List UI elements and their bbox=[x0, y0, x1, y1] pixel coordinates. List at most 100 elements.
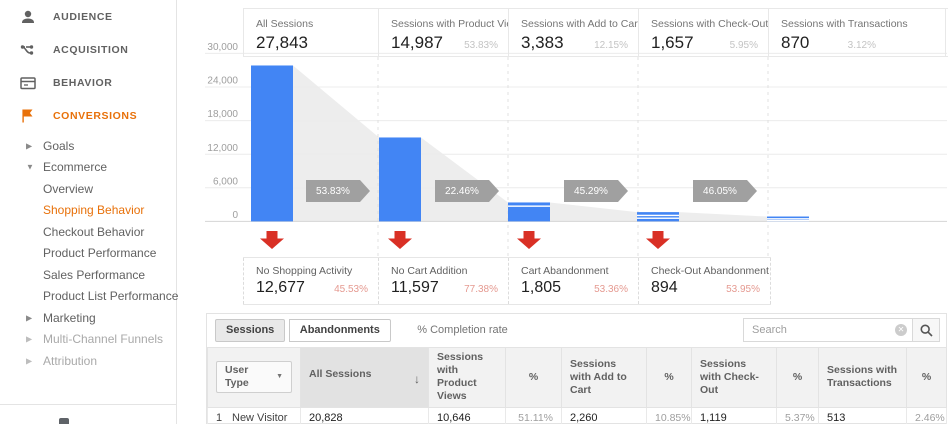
user-type-cell: New Visitor bbox=[232, 412, 288, 424]
sidebar-item-product-performance[interactable]: Product Performance bbox=[0, 243, 176, 265]
stage-label: Sessions with Product Views bbox=[391, 18, 508, 30]
transition-badge: 53.83% bbox=[306, 180, 370, 202]
column-header-pct[interactable]: % bbox=[776, 347, 819, 408]
chevron-right-icon: ▶ bbox=[26, 141, 33, 151]
aband-card-no-cart-addition: No Cart Addition 11,597 77.38% bbox=[378, 258, 508, 304]
bar-add-to-cart[interactable] bbox=[508, 202, 550, 222]
aband-card-check-out-abandonment: Check-Out Abandonment 894 53.95% bbox=[638, 258, 771, 304]
abandonment-cards: No Shopping Activity 12,677 45.53% No Car… bbox=[243, 257, 771, 305]
stage-card-product-views: Sessions with Product Views 14,987 53.83% bbox=[378, 9, 508, 56]
red-down-arrow-icon bbox=[517, 231, 541, 249]
sidebar-item-sales-performance[interactable]: Sales Performance bbox=[0, 264, 176, 286]
stage-card-transactions: Sessions with Transactions 870 3.12% bbox=[768, 9, 946, 56]
sidebar-item-label: CONVERSIONS bbox=[53, 109, 138, 122]
bar-split-line bbox=[508, 205, 550, 207]
sidebar-nav: AUDIENCE ACQUISITION BEHAVIOR CONVERSION… bbox=[0, 0, 178, 424]
aband-value: 894 bbox=[651, 279, 678, 296]
bar-split-line bbox=[767, 219, 809, 222]
column-header-pct[interactable]: % bbox=[505, 347, 562, 408]
column-header-transactions[interactable]: Sessions with Transactions bbox=[818, 347, 907, 408]
aband-pct: 53.95% bbox=[726, 284, 760, 295]
aband-label: No Cart Addition bbox=[391, 265, 468, 277]
sidebar-item-checkout-behavior[interactable]: Checkout Behavior bbox=[0, 221, 176, 243]
chevron-down-icon: ▼ bbox=[26, 162, 34, 172]
sessions-toggle-button[interactable]: Sessions bbox=[215, 319, 286, 342]
chevron-down-icon: ▼ bbox=[276, 372, 283, 380]
row-number: 1 bbox=[216, 412, 223, 424]
sidebar-item-marketing[interactable]: ▶ Marketing bbox=[0, 307, 176, 329]
aband-pct: 45.53% bbox=[334, 284, 368, 295]
bar-transactions[interactable] bbox=[767, 216, 809, 222]
sidebar-item-attribution[interactable]: ▶ Attribution bbox=[0, 350, 176, 372]
bar-all-sessions[interactable] bbox=[251, 65, 293, 222]
stage-pct: 53.83% bbox=[464, 40, 498, 51]
stage-pct: 3.12% bbox=[847, 40, 876, 51]
conversions-submenu: ▶ Goals ▼ Ecommerce Overview Shopping Be… bbox=[0, 135, 178, 372]
aband-card-cart-abandonment: Cart Abandonment 1,805 53.36% bbox=[508, 258, 638, 304]
stage-value: 870 bbox=[781, 33, 810, 52]
sidebar-item-conversions[interactable]: CONVERSIONS bbox=[0, 99, 176, 132]
search-control: ✕ bbox=[743, 318, 940, 342]
stage-card-check-out: Sessions with Check-Out 1,657 5.95% bbox=[638, 9, 768, 56]
acquisition-icon bbox=[18, 40, 38, 60]
pct-cell: 10.85% bbox=[646, 406, 692, 424]
pct-cell: 2.46% bbox=[906, 406, 947, 424]
product-views-cell: 10,646 bbox=[428, 406, 506, 424]
transactions-cell: 513 bbox=[818, 406, 907, 424]
search-icon bbox=[919, 323, 933, 337]
sidebar-item-shopping-behavior[interactable]: Shopping Behavior bbox=[0, 200, 176, 222]
chevron-right-icon: ▶ bbox=[26, 313, 33, 323]
aband-value: 1,805 bbox=[521, 279, 562, 296]
pct-cell: 51.11% bbox=[505, 406, 562, 424]
y-axis-ticks: 30,000 24,000 18,000 12,000 6,000 0 bbox=[207, 42, 238, 221]
column-header-product-views[interactable]: Sessions with Product Views bbox=[428, 347, 506, 408]
sidebar-item-behavior[interactable]: BEHAVIOR bbox=[0, 66, 176, 99]
bar-check-out[interactable] bbox=[637, 212, 679, 222]
chevron-right-icon: ▶ bbox=[26, 356, 33, 366]
user-type-dropdown[interactable]: User Type ▼ bbox=[216, 361, 292, 394]
column-header-all-sessions[interactable]: All Sessions ↓ bbox=[300, 347, 429, 408]
sidebar-item-audience[interactable]: AUDIENCE bbox=[0, 0, 176, 33]
sidebar-item-multi-channel-funnels[interactable]: ▶ Multi-Channel Funnels bbox=[0, 329, 176, 351]
stage-pct: 5.95% bbox=[729, 40, 758, 51]
search-button[interactable] bbox=[913, 318, 940, 342]
stage-card-all-sessions: All Sessions 27,843 bbox=[243, 9, 378, 56]
sidebar-item-label: BEHAVIOR bbox=[53, 76, 113, 89]
bar-split-line bbox=[637, 214, 679, 217]
stage-label: All Sessions bbox=[256, 18, 314, 30]
sidebar-item-acquisition[interactable]: ACQUISITION bbox=[0, 33, 176, 66]
sidebar-item-ecommerce[interactable]: ▼ Ecommerce bbox=[0, 157, 176, 179]
aband-label: Check-Out Abandonment bbox=[651, 265, 769, 277]
svg-text:0: 0 bbox=[232, 210, 238, 221]
column-header-user-type[interactable]: User Type ▼ bbox=[207, 347, 301, 408]
column-header-pct[interactable]: % bbox=[646, 347, 692, 408]
data-table-panel: Sessions Abandonments % Completion rate … bbox=[206, 313, 947, 424]
stage-value: 27,843 bbox=[256, 33, 308, 52]
stage-card-add-to-cart: Sessions with Add to Cart 3,383 12.15% bbox=[508, 9, 638, 56]
column-header-check-out[interactable]: Sessions with Check-Out bbox=[691, 347, 777, 408]
add-to-cart-cell: 2,260 bbox=[561, 406, 647, 424]
sort-desc-icon: ↓ bbox=[414, 371, 420, 386]
sidebar-item-goals[interactable]: ▶ Goals bbox=[0, 135, 176, 157]
user-type-table: User Type ▼ All Sessions ↓ Sessions with P… bbox=[207, 347, 947, 424]
column-header-pct[interactable]: % bbox=[906, 347, 947, 408]
stage-value: 3,383 bbox=[521, 33, 564, 52]
bar-product-views[interactable] bbox=[379, 137, 421, 222]
bar-split-line bbox=[637, 217, 679, 219]
sidebar-item-product-list-performance[interactable]: Product List Performance bbox=[0, 286, 178, 308]
column-header-add-to-cart[interactable]: Sessions with Add to Cart bbox=[561, 347, 647, 408]
sidebar-item-label: AUDIENCE bbox=[53, 10, 113, 23]
behavior-icon bbox=[18, 73, 38, 93]
aband-label: Cart Abandonment bbox=[521, 265, 609, 277]
clear-search-icon[interactable]: ✕ bbox=[895, 324, 907, 336]
red-down-arrow-icon bbox=[646, 231, 670, 249]
all-sessions-cell: 20,828 bbox=[300, 406, 429, 424]
aband-value: 11,597 bbox=[391, 279, 439, 296]
collapse-nav-icon[interactable] bbox=[59, 418, 69, 424]
person-icon bbox=[18, 7, 38, 27]
sidebar-item-overview[interactable]: Overview bbox=[0, 178, 176, 200]
abandonments-toggle-button[interactable]: Abandonments bbox=[288, 319, 391, 342]
search-input[interactable] bbox=[743, 318, 913, 342]
aband-label: No Shopping Activity bbox=[256, 265, 353, 277]
svg-text:30,000: 30,000 bbox=[207, 42, 238, 53]
